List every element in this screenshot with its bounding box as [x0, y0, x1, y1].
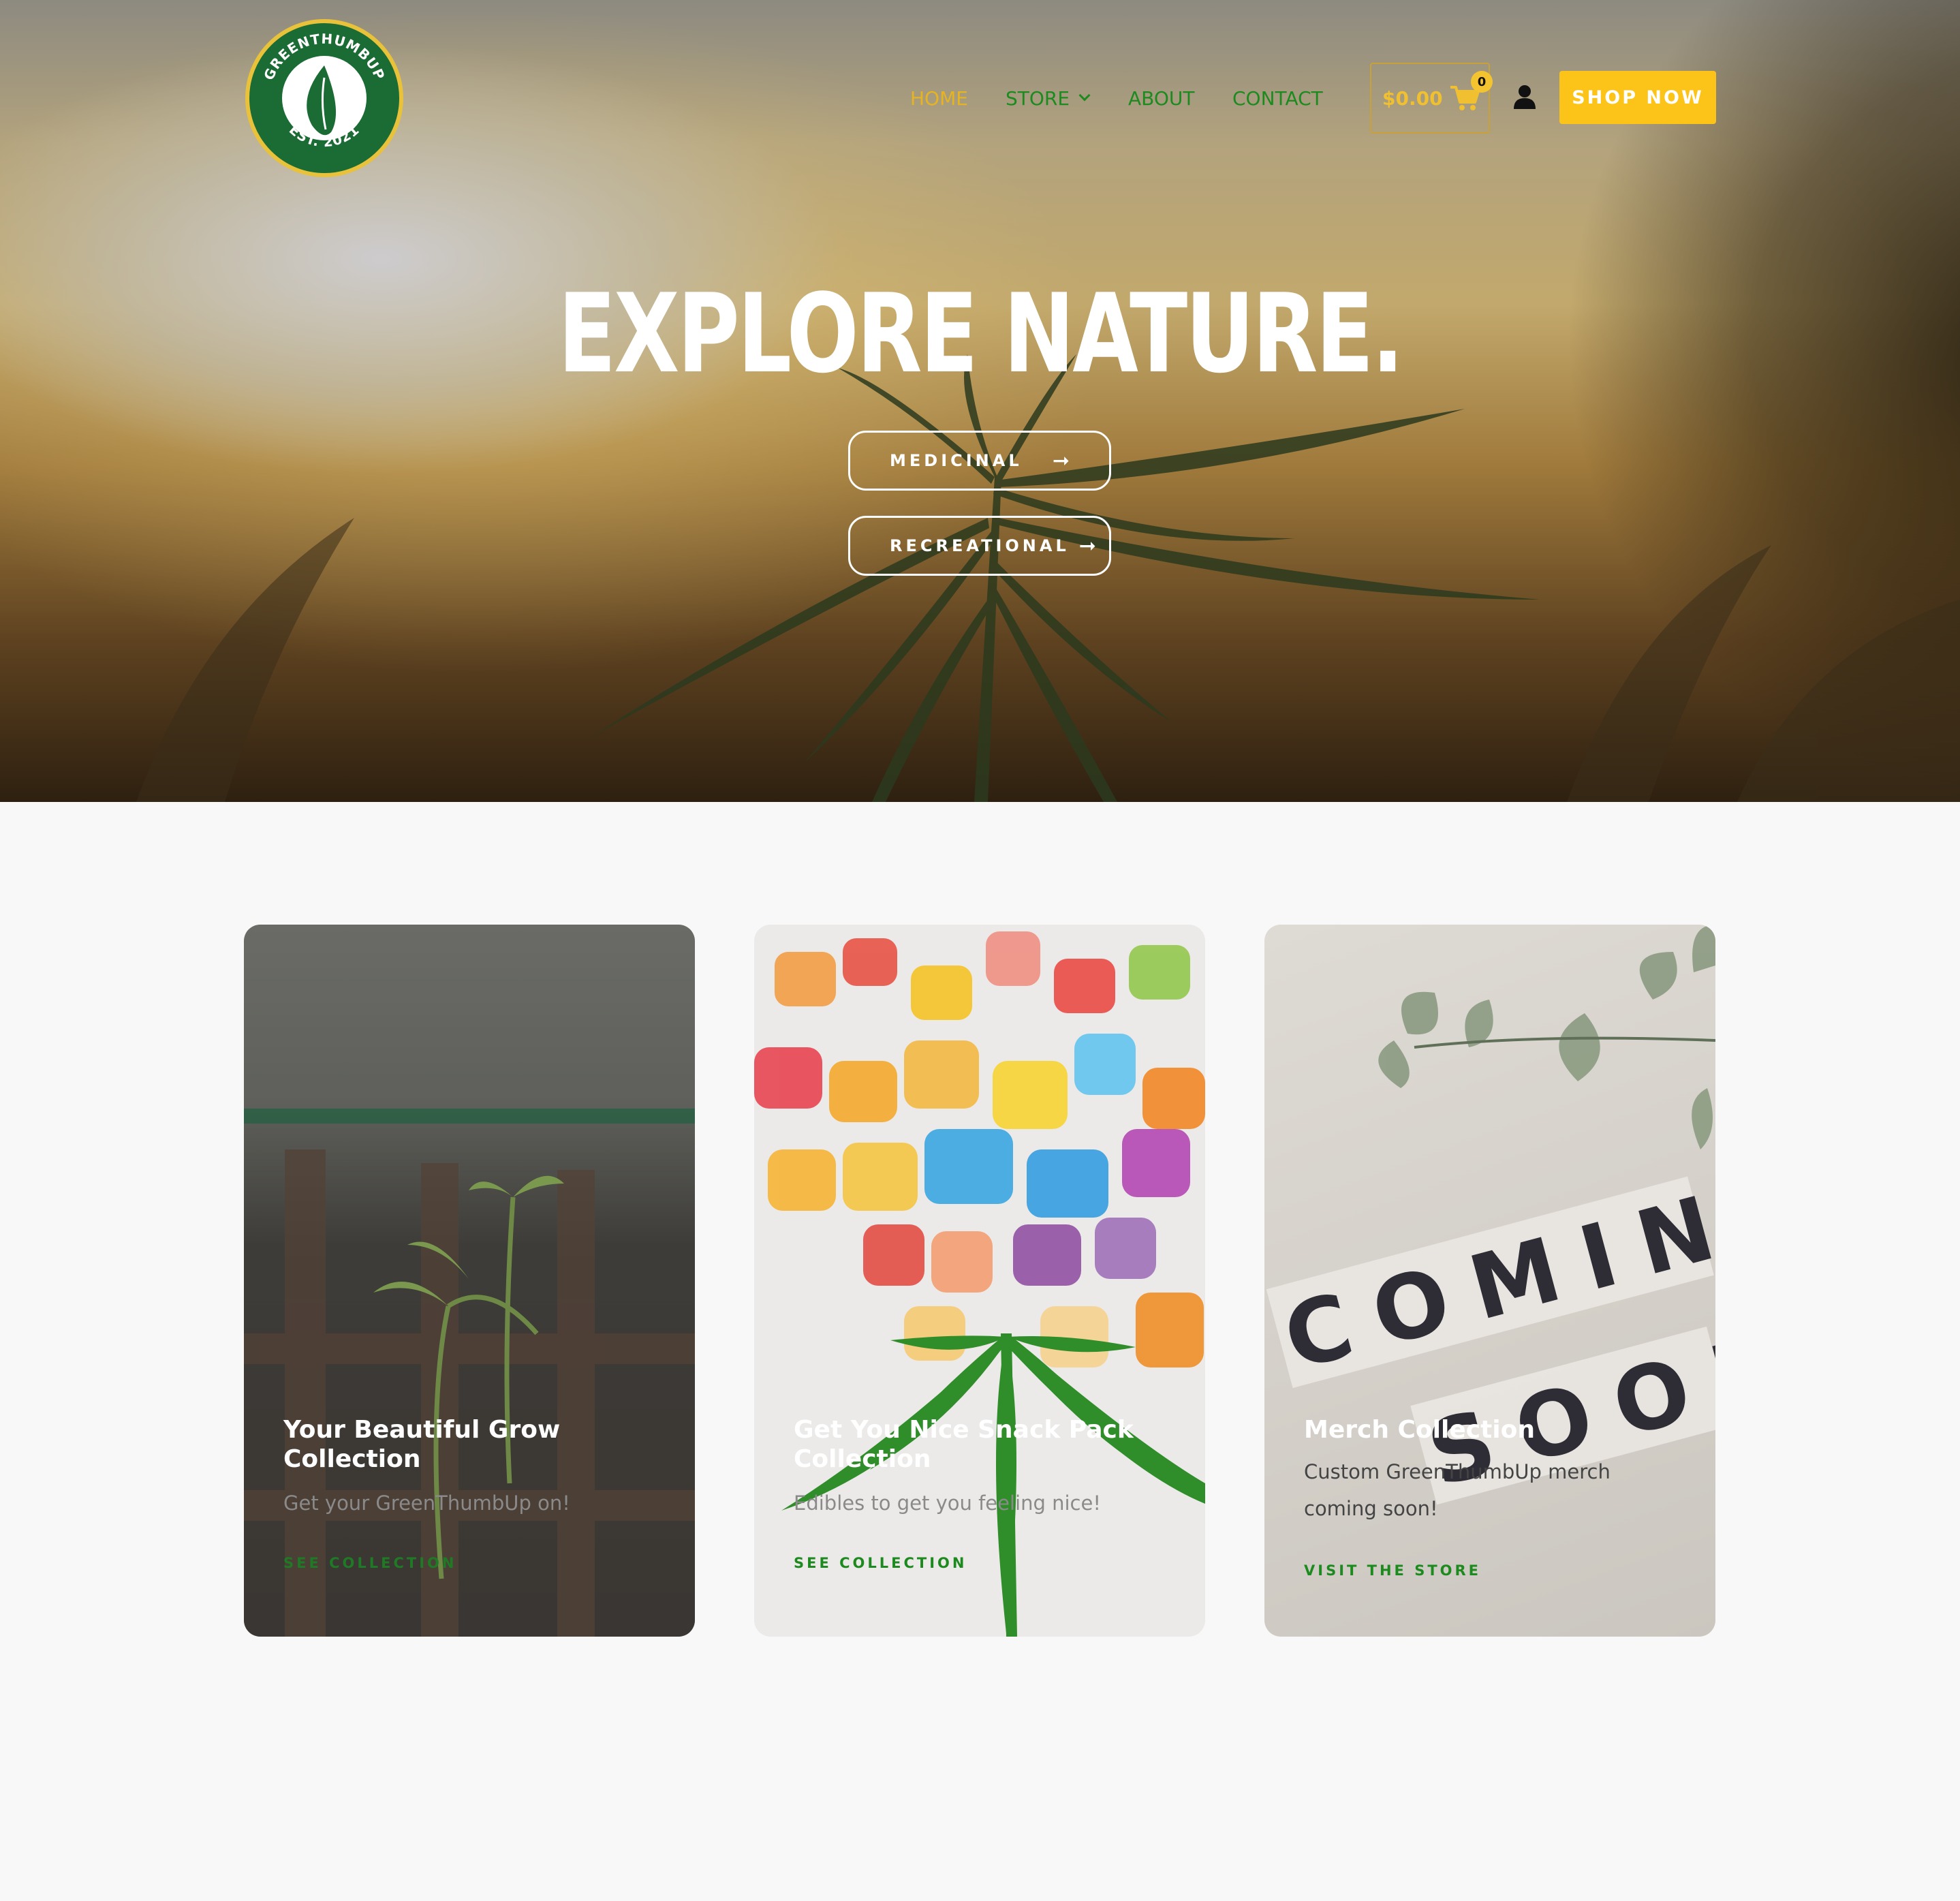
nav-home[interactable]: HOME — [910, 84, 968, 112]
collection-card-grow[interactable]: Your Beautiful Grow Collection Get your … — [244, 925, 695, 1637]
nav-contact[interactable]: CONTACT — [1232, 84, 1323, 112]
nav-store-label: STORE — [1006, 87, 1070, 110]
medicinal-button[interactable]: MEDICINAL ➞ — [848, 431, 1111, 491]
card-title: Merch Collection — [1304, 1416, 1535, 1444]
medicinal-button-label: MEDICINAL — [890, 451, 1023, 470]
card-overlay — [244, 925, 695, 1637]
shop-now-button[interactable]: SHOP NOW — [1559, 71, 1716, 124]
card-description: Get your GreenThumbUp on! — [283, 1492, 570, 1515]
cart-button[interactable]: $0.00 0 — [1370, 63, 1493, 134]
site-logo[interactable]: GREENTHUMBUP EST. 2021 — [245, 19, 403, 177]
arrow-right-icon: ➞ — [1052, 448, 1070, 473]
coming-soon-image: COMING SOON — [1266, 925, 1715, 1506]
card-title: Your Beautiful Grow Collection — [283, 1416, 561, 1473]
nav-store[interactable]: STORE — [1006, 84, 1091, 112]
gummies-image — [754, 931, 1205, 1637]
arrow-right-icon: ➞ — [1078, 534, 1096, 558]
nav-about[interactable]: ABOUT — [1128, 84, 1195, 112]
card-title: Get You Nice Snack Pack Collection — [794, 1416, 1134, 1473]
recreational-button-label: RECREATIONAL — [890, 536, 1070, 555]
card-description: Edibles to get you feeling nice! — [794, 1492, 1101, 1515]
collection-card-merch[interactable]: COMING SOON Merch Collection Custom Gree… — [1264, 925, 1715, 1637]
cart-total: $0.00 — [1382, 87, 1443, 110]
collection-card-snacks[interactable]: Get You Nice Snack Pack Collection Edibl… — [754, 925, 1205, 1637]
visit-store-link[interactable]: VISIT THE STORE — [1304, 1562, 1481, 1579]
hero-section: GREENTHUMBUP EST. 2021 HOME STORE ABOUT … — [0, 0, 1960, 802]
logo-emblem: GREENTHUMBUP EST. 2021 — [260, 31, 388, 151]
card-description: Custom GreenThumbUp merch coming soon! — [1304, 1460, 1611, 1520]
recreational-button[interactable]: RECREATIONAL ➞ — [848, 516, 1111, 576]
user-icon[interactable] — [1514, 84, 1536, 109]
chevron-down-icon — [1078, 89, 1091, 102]
see-collection-link[interactable]: SEE COLLECTION — [794, 1555, 967, 1571]
see-collection-link[interactable]: SEE COLLECTION — [283, 1555, 456, 1571]
hero-title: EXPLORE NATURE. — [558, 270, 1404, 397]
cart-count-badge: 0 — [1471, 71, 1493, 93]
